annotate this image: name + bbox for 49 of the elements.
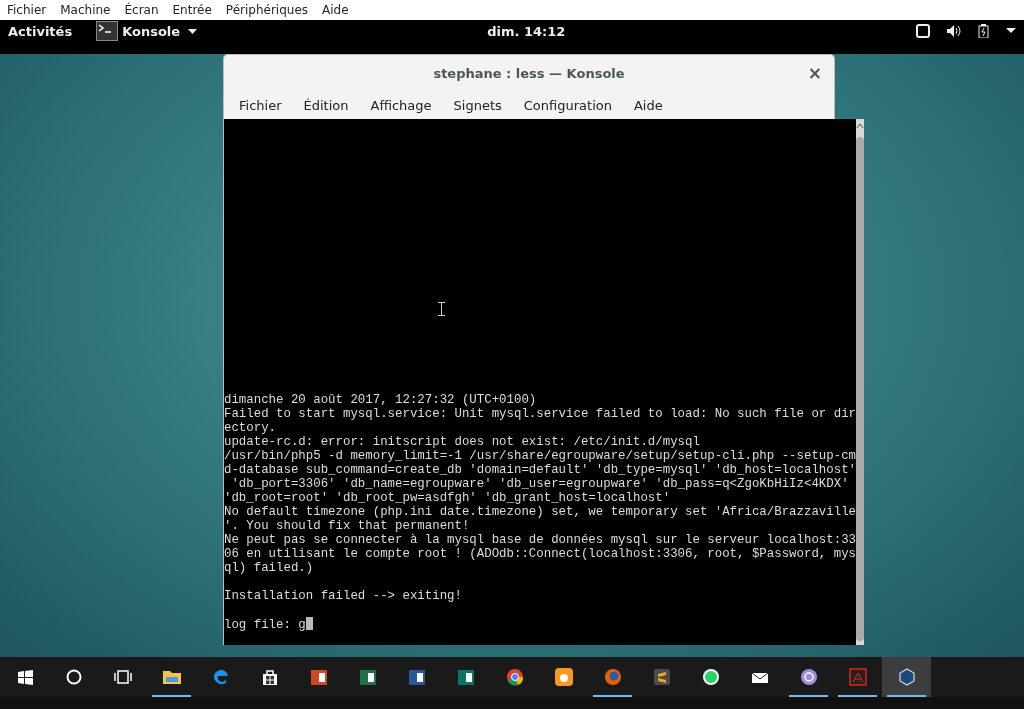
- menu-item[interactable]: Écran: [117, 0, 166, 20]
- prompt-line: log file: g: [224, 618, 306, 632]
- window-title: stephane : less — Konsole: [433, 65, 625, 81]
- task-view-icon: [112, 667, 133, 687]
- menu-item[interactable]: Fichier: [0, 0, 54, 20]
- menu-item[interactable]: Machine: [53, 0, 118, 20]
- document-app-icon: [406, 667, 427, 687]
- cursor: [305, 617, 313, 630]
- terminal-line: update-rc.d: error: initscript does not exist: /etc/init.d/mysql: [224, 435, 700, 449]
- pdf-reader-icon: [847, 667, 868, 687]
- close-button[interactable]: ×: [807, 64, 822, 82]
- scroll-up-icon[interactable]: [856, 123, 865, 129]
- terminal-line: No default timezone (php.ini date.timezone) set, we temporary set 'Africa/Brazzaville: [224, 505, 857, 519]
- terminal-line: Installation failed --> exiting!: [224, 589, 462, 603]
- app-menu-button[interactable]: Konsole: [122, 23, 181, 39]
- terminal-line: ql) failed.): [224, 561, 314, 575]
- battery-icon[interactable]: [977, 24, 990, 38]
- terminal-line: 'db_port=3306' 'db_name=egroupware' 'db_user=egroupware' 'db_pass=q<ZgoKbHiIz<4KDX': [230, 477, 849, 491]
- text-cursor-icon: [438, 302, 445, 316]
- terminal-line: d-database sub_command=create_db 'domain=default' 'db_type=mysql' 'db_host=localhost': [224, 463, 857, 477]
- activities-button[interactable]: Activités: [8, 23, 73, 39]
- menu-item[interactable]: Aide: [622, 97, 674, 113]
- menu-item[interactable]: Entrée: [165, 0, 219, 20]
- publisher-app-icon: [455, 667, 476, 687]
- menu-item[interactable]: Édition: [292, 97, 360, 113]
- scrollbar[interactable]: [856, 119, 865, 645]
- menu-item[interactable]: Affichage: [359, 97, 443, 113]
- window-icon[interactable]: [916, 24, 930, 38]
- terminal-line: dimanche 20 août 2017, 12:27:32 (UTC+0100): [224, 393, 537, 407]
- terminal-line: Failed to start mysql.service: Unit mysql.service failed to load: No such file or dir: [224, 407, 857, 421]
- terminal-line: ectory.: [224, 421, 277, 435]
- clock[interactable]: dim. 14:12: [487, 23, 566, 39]
- code-editor-icon: [651, 667, 672, 687]
- terminal-line: Ne peut pas se connecter à la mysql base de données mysql sur le serveur localhost:33: [224, 533, 857, 547]
- terminal-line: 'db_root=root' 'db_root_pw=asdfgh' 'db_grant_host=localhost': [224, 491, 671, 505]
- terminal-line: '. You should fix that permanent!: [224, 519, 470, 533]
- browser-icon: [602, 667, 623, 687]
- slides-app-icon: [308, 667, 329, 687]
- volume-icon[interactable]: [946, 24, 961, 38]
- menu-item[interactable]: Configuration: [512, 97, 623, 113]
- menu-item[interactable]: Fichier: [228, 97, 293, 113]
- spreadsheet-app-icon: [357, 667, 378, 687]
- browser-icon: [504, 667, 525, 687]
- menu-item[interactable]: Aide: [315, 0, 356, 20]
- menu-item[interactable]: Signets: [442, 97, 513, 113]
- caret-icon[interactable]: [188, 28, 198, 34]
- menu-item[interactable]: Périphériques: [218, 0, 316, 20]
- terminal-line: /usr/bin/php5 -d memory_limit=-1 /usr/share/egroupware/setup/setup-cli.php --setup-cm: [224, 449, 857, 463]
- terminal-line: 06 en utilisant le compte root ! (ADOdb::Connect(localhost:3306, root, $Password, mys: [224, 547, 857, 561]
